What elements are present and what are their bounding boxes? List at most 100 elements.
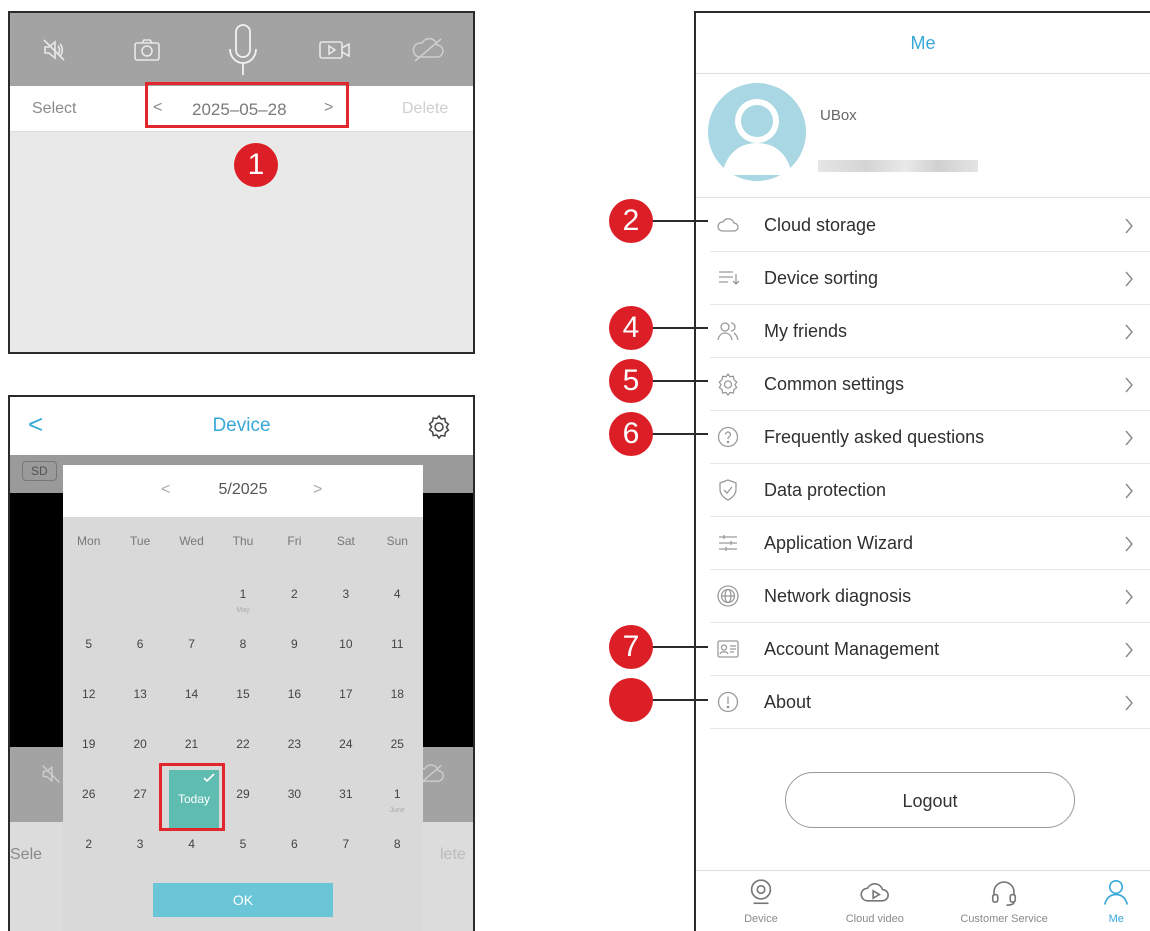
day-number: 1 bbox=[239, 587, 247, 601]
day-number: 1 bbox=[393, 787, 401, 801]
calendar-day[interactable]: 19 bbox=[63, 715, 114, 765]
nav-tab-me[interactable]: Me bbox=[1082, 871, 1150, 931]
calendar-day[interactable]: 25 bbox=[372, 715, 423, 765]
calendar-week: 5 6 7 8 9 10 11 bbox=[63, 615, 423, 665]
calendar-day[interactable]: 26 bbox=[63, 765, 114, 815]
avatar[interactable] bbox=[708, 83, 806, 181]
menu-item-network-diagnosis[interactable]: Network diagnosis bbox=[710, 570, 1150, 623]
menu-item-label: Application Wizard bbox=[764, 533, 914, 553]
calendar-header: < 5/2025 > bbox=[63, 465, 423, 517]
calendar-day[interactable]: 6 bbox=[269, 815, 320, 865]
delete-button[interactable]: Delete bbox=[402, 100, 448, 118]
calendar-week: 26 27 29 30 31 1 June bbox=[63, 765, 423, 815]
callout-leader-line bbox=[650, 220, 708, 222]
calendar-day[interactable]: 21 bbox=[166, 715, 217, 765]
calendar-day[interactable]: 23 bbox=[269, 715, 320, 765]
menu-item-common-settings[interactable]: Common settings bbox=[710, 358, 1150, 411]
day-number: 4 bbox=[188, 837, 195, 851]
day-number: 15 bbox=[236, 687, 250, 701]
chevron-right-icon bbox=[1124, 640, 1138, 660]
calendar-day[interactable]: 6 bbox=[114, 615, 165, 665]
calendar-day[interactable]: 17 bbox=[320, 665, 371, 715]
menu-item-device-sorting[interactable]: Device sorting bbox=[710, 252, 1150, 305]
nav-tab-customer-service[interactable]: Customer Service bbox=[932, 871, 1077, 931]
chevron-right-icon bbox=[1124, 375, 1138, 395]
highlight-date-box bbox=[145, 82, 349, 128]
calendar-day[interactable]: 8 bbox=[372, 815, 423, 865]
next-month-button[interactable]: > bbox=[313, 481, 322, 499]
chevron-right-icon bbox=[1124, 693, 1138, 713]
calendar-day[interactable]: 1 June bbox=[372, 765, 423, 815]
calendar-day[interactable]: 7 bbox=[166, 615, 217, 665]
headset-icon bbox=[992, 881, 1017, 906]
weekday-label: Wed bbox=[179, 534, 204, 548]
settings-menu: Cloud storage Device sorting My friends Com… bbox=[696, 199, 1150, 729]
page-title: Device bbox=[212, 415, 271, 436]
calendar-day[interactable]: 10 bbox=[320, 615, 371, 665]
calendar-day[interactable]: 8 bbox=[217, 615, 268, 665]
menu-item-account-management[interactable]: Account Management bbox=[710, 623, 1150, 676]
callout-leader-line bbox=[650, 380, 708, 382]
nav-tab-label: Customer Service bbox=[960, 913, 1048, 925]
weekday-label: Tue bbox=[130, 534, 151, 548]
callout-1: 1 bbox=[234, 143, 278, 187]
menu-item-cloud-storage[interactable]: Cloud storage bbox=[710, 199, 1150, 252]
menu-item-data-protection[interactable]: Data protection bbox=[710, 464, 1150, 517]
cloud-off-icon[interactable] bbox=[408, 30, 448, 70]
chevron-right-icon bbox=[1124, 534, 1138, 554]
logout-button[interactable]: Logout bbox=[785, 772, 1075, 828]
nav-tab-device[interactable]: Device bbox=[704, 871, 818, 931]
menu-item-application-wizard[interactable]: Application Wizard bbox=[710, 517, 1150, 570]
day-number: 16 bbox=[287, 687, 302, 701]
menu-item-frequently-asked-questions[interactable]: Frequently asked questions bbox=[710, 411, 1150, 464]
mute-icon[interactable] bbox=[34, 30, 74, 70]
day-number: 6 bbox=[136, 637, 144, 651]
calendar-day[interactable]: 14 bbox=[166, 665, 217, 715]
callout-7: 7 bbox=[609, 625, 653, 669]
calendar-day[interactable]: 11 bbox=[372, 615, 423, 665]
calendar-day[interactable]: 1 May bbox=[217, 565, 268, 615]
callout-4: 4 bbox=[609, 306, 653, 350]
calendar-day[interactable]: 20 bbox=[114, 715, 165, 765]
menu-item-label: About bbox=[764, 692, 812, 712]
calendar-day[interactable]: 18 bbox=[372, 665, 423, 715]
calendar-day[interactable]: 13 bbox=[114, 665, 165, 715]
day-number: 5 bbox=[239, 837, 247, 851]
network-icon bbox=[716, 584, 740, 608]
calendar-day[interactable]: 7 bbox=[320, 815, 371, 865]
snapshot-icon[interactable] bbox=[127, 30, 167, 70]
calendar-day[interactable]: 12 bbox=[63, 665, 114, 715]
menu-item-about[interactable]: About bbox=[710, 676, 1150, 729]
calendar-day[interactable]: 15 bbox=[217, 665, 268, 715]
nav-tab-label: Cloud video bbox=[845, 913, 904, 925]
settings-gear-icon[interactable] bbox=[426, 414, 452, 445]
calendar-day[interactable]: 22 bbox=[217, 715, 268, 765]
calendar-day[interactable]: 2 bbox=[269, 565, 320, 615]
day-number: 26 bbox=[82, 787, 96, 801]
record-icon[interactable] bbox=[315, 30, 355, 70]
menu-item-my-friends[interactable]: My friends bbox=[710, 305, 1150, 358]
calendar-day[interactable]: 30 bbox=[269, 765, 320, 815]
day-number: 31 bbox=[339, 787, 353, 801]
calendar-day[interactable]: 2 bbox=[63, 815, 114, 865]
ok-button[interactable]: OK bbox=[153, 883, 333, 917]
calendar-day[interactable]: 16 bbox=[269, 665, 320, 715]
calendar-day[interactable]: 3 bbox=[320, 565, 371, 615]
weekday-label: Sun bbox=[386, 534, 408, 548]
calendar-day[interactable]: 24 bbox=[320, 715, 371, 765]
menu-item-label: Data protection bbox=[764, 480, 887, 500]
menu-item-label: Network diagnosis bbox=[764, 586, 912, 606]
microphone-icon[interactable] bbox=[223, 21, 263, 81]
bottom-nav: Device Cloud video Customer Service Me bbox=[696, 870, 1150, 931]
day-number: 20 bbox=[133, 737, 147, 751]
calendar-day[interactable]: 9 bbox=[269, 615, 320, 665]
day-number: 2 bbox=[85, 837, 93, 851]
calendar-day[interactable]: 4 bbox=[372, 565, 423, 615]
day-number: 5 bbox=[85, 637, 93, 651]
calendar-day[interactable]: 31 bbox=[320, 765, 371, 815]
select-button[interactable]: Select bbox=[32, 100, 76, 118]
nav-tab-cloud-video[interactable]: Cloud video bbox=[818, 871, 932, 931]
calendar-week: 19 20 21 22 23 24 25 bbox=[63, 715, 423, 765]
calendar-day bbox=[114, 565, 165, 615]
calendar-day[interactable]: 5 bbox=[63, 615, 114, 665]
